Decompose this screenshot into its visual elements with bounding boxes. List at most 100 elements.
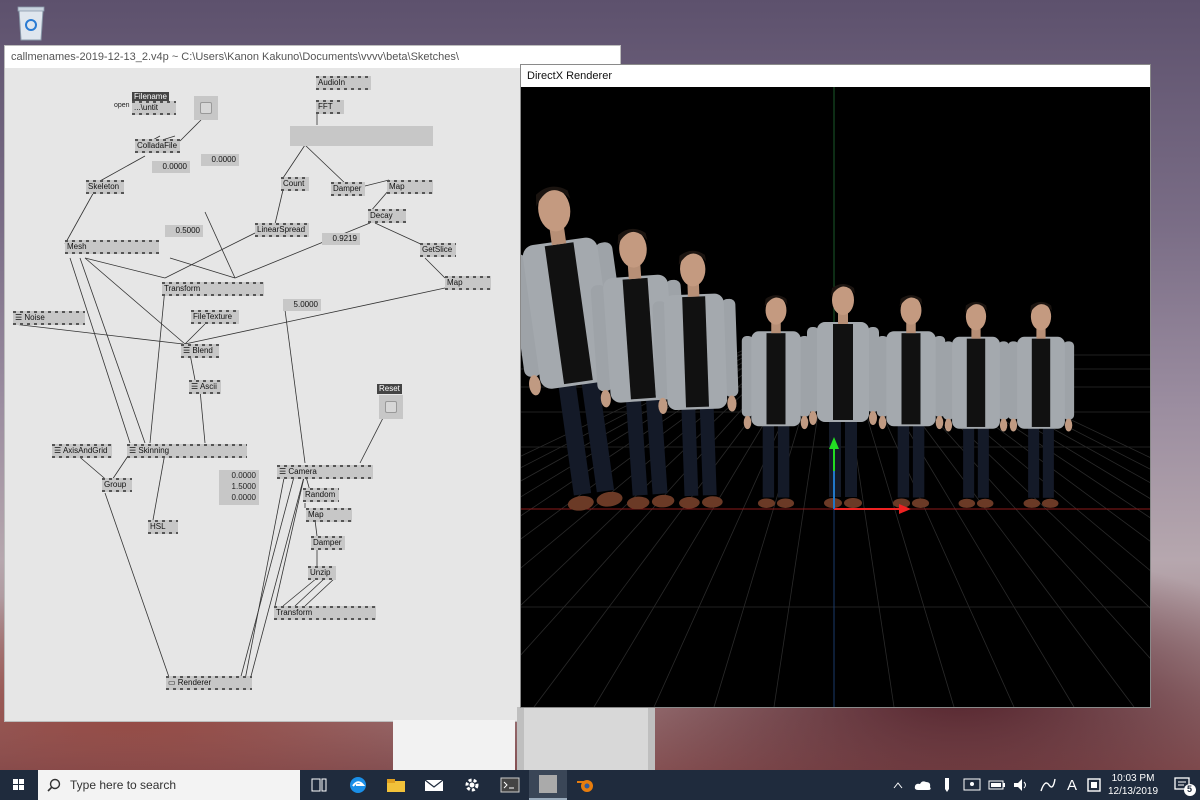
pen-tray[interactable]: [936, 770, 958, 800]
blend-icon: ☰: [183, 346, 193, 355]
filename-node[interactable]: ...\untit: [132, 101, 176, 115]
unzip-node[interactable]: Unzip: [308, 566, 336, 580]
blend-label: Blend: [192, 346, 213, 355]
mesh-node[interactable]: Mesh: [65, 240, 159, 254]
renderer-icon: ▭: [168, 678, 178, 687]
taskbar-terminal[interactable]: [491, 770, 529, 800]
speaker-icon: [1014, 779, 1026, 791]
blend-node[interactable]: ☰ Blend: [181, 344, 219, 358]
ascii-label: Ascii: [199, 382, 217, 391]
vvvv-icon: [539, 775, 557, 793]
group-node[interactable]: Group: [102, 478, 132, 492]
pen-icon: [945, 778, 949, 792]
clock[interactable]: 10:03 PM 12/13/2019: [1100, 772, 1166, 798]
transform-node-1[interactable]: Transform: [162, 282, 264, 296]
ime-indicator[interactable]: A: [1062, 770, 1082, 800]
ink-workspace-tray[interactable]: [1036, 770, 1060, 800]
value-node-5[interactable]: 5.0000: [283, 299, 321, 311]
renderer-node[interactable]: ▭ Renderer: [166, 676, 252, 690]
linearspread-node[interactable]: LinearSpread: [255, 223, 309, 237]
skinning-icon: ☰: [129, 446, 139, 455]
mail-icon: [424, 779, 444, 791]
count-node[interactable]: Count: [281, 177, 309, 191]
vector-x: 0.0000: [231, 471, 256, 480]
blender-icon: [577, 780, 593, 792]
map-node-2[interactable]: Map: [445, 276, 491, 290]
renderer-window-title[interactable]: DirectX Renderer: [521, 65, 1150, 87]
projector-icon: [963, 778, 981, 791]
taskbar-edge[interactable]: [339, 770, 377, 800]
vector-z: 0.0000: [231, 493, 256, 502]
map-node-1[interactable]: Map: [387, 180, 433, 194]
axisandgrid-label: AxisAndGrid: [62, 446, 108, 455]
start-button[interactable]: [0, 770, 38, 800]
renderer-scene: [521, 87, 1150, 707]
ascii-node[interactable]: ☰ Ascii: [189, 380, 221, 394]
battery-tray[interactable]: [986, 770, 1008, 800]
taskbar-file-explorer[interactable]: [377, 770, 415, 800]
vector-y: 1.5000: [231, 482, 256, 491]
cloud-icon: [914, 781, 931, 790]
notification-center-button[interactable]: 5: [1166, 770, 1200, 800]
camera-label: Camera: [288, 467, 317, 476]
onedrive-tray[interactable]: [912, 770, 934, 800]
reset-toggle[interactable]: [379, 395, 403, 419]
taskbar-vvvv[interactable]: [529, 770, 567, 800]
skinning-node[interactable]: ☰ Skinning: [127, 444, 247, 458]
fft-node[interactable]: FFT: [316, 100, 344, 114]
taskbar-blender[interactable]: [567, 770, 605, 800]
directx-renderer-window[interactable]: DirectX Renderer: [521, 65, 1150, 707]
filetexture-node[interactable]: FileTexture: [191, 310, 239, 324]
notification-count: 5: [1187, 784, 1193, 794]
damper-node-2[interactable]: Damper: [311, 536, 345, 550]
background-window: [393, 720, 515, 770]
value-node-4[interactable]: 0.9219: [322, 233, 360, 245]
value-node-2[interactable]: 0.0000: [201, 154, 239, 166]
transform-node-2[interactable]: Transform: [274, 606, 376, 620]
random-node[interactable]: Random: [303, 488, 339, 502]
volume-tray[interactable]: [1010, 770, 1032, 800]
skeleton-node[interactable]: Skeleton: [86, 180, 124, 194]
chevron-up-icon: [893, 782, 903, 789]
search-icon: [47, 778, 61, 792]
axisandgrid-icon: ☰: [54, 446, 63, 455]
noise-node[interactable]: ☰ Noise: [13, 311, 85, 325]
toggle-node[interactable]: [194, 96, 218, 120]
search-placeholder: Type here to search: [70, 778, 177, 792]
ascii-icon: ☰: [191, 382, 200, 391]
tablet-icon: [1087, 778, 1101, 792]
value-node-3[interactable]: 0.5000: [165, 225, 203, 237]
background-window-3: [524, 708, 648, 770]
windows-logo-icon: [13, 779, 24, 790]
renderer-viewport[interactable]: [521, 87, 1150, 707]
decay-node[interactable]: Decay: [368, 209, 406, 223]
map-node-3[interactable]: Map: [306, 508, 352, 522]
taskbar-search-box[interactable]: Type here to search: [38, 770, 300, 800]
camera-node[interactable]: ☰ Camera: [277, 465, 373, 479]
skinning-label: Skinning: [138, 446, 170, 455]
spread-node[interactable]: [290, 126, 433, 146]
folder-icon: [387, 779, 405, 792]
battery-icon: [988, 780, 1005, 790]
axisandgrid-node[interactable]: ☰ AxisAndGrid: [52, 444, 112, 458]
show-hidden-icons-button[interactable]: [888, 770, 908, 800]
clock-time: 10:03 PM: [1111, 773, 1155, 784]
taskbar-settings[interactable]: [453, 770, 491, 800]
noise-icon: ☰: [15, 313, 25, 322]
colladafile-node[interactable]: ColladaFile: [135, 139, 180, 153]
taskbar-mail[interactable]: [415, 770, 453, 800]
getslice-node[interactable]: GetSlice: [420, 243, 456, 257]
noise-label: Noise: [24, 313, 45, 322]
task-view-icon: [311, 778, 327, 792]
notification-icon: [1174, 777, 1196, 796]
recycle-bin-icon[interactable]: [14, 4, 48, 42]
task-view-button[interactable]: [300, 770, 338, 800]
value-node-1[interactable]: 0.0000: [152, 161, 190, 173]
terminal-icon: [500, 777, 520, 793]
hsl-node[interactable]: HSL: [148, 520, 178, 534]
edge-icon: [350, 777, 366, 793]
display-tray[interactable]: [960, 770, 984, 800]
damper-node-1[interactable]: Damper: [331, 182, 365, 196]
audioin-node[interactable]: AudioIn: [316, 76, 371, 90]
vector-node[interactable]: 0.0000 1.5000 0.0000: [219, 470, 259, 505]
